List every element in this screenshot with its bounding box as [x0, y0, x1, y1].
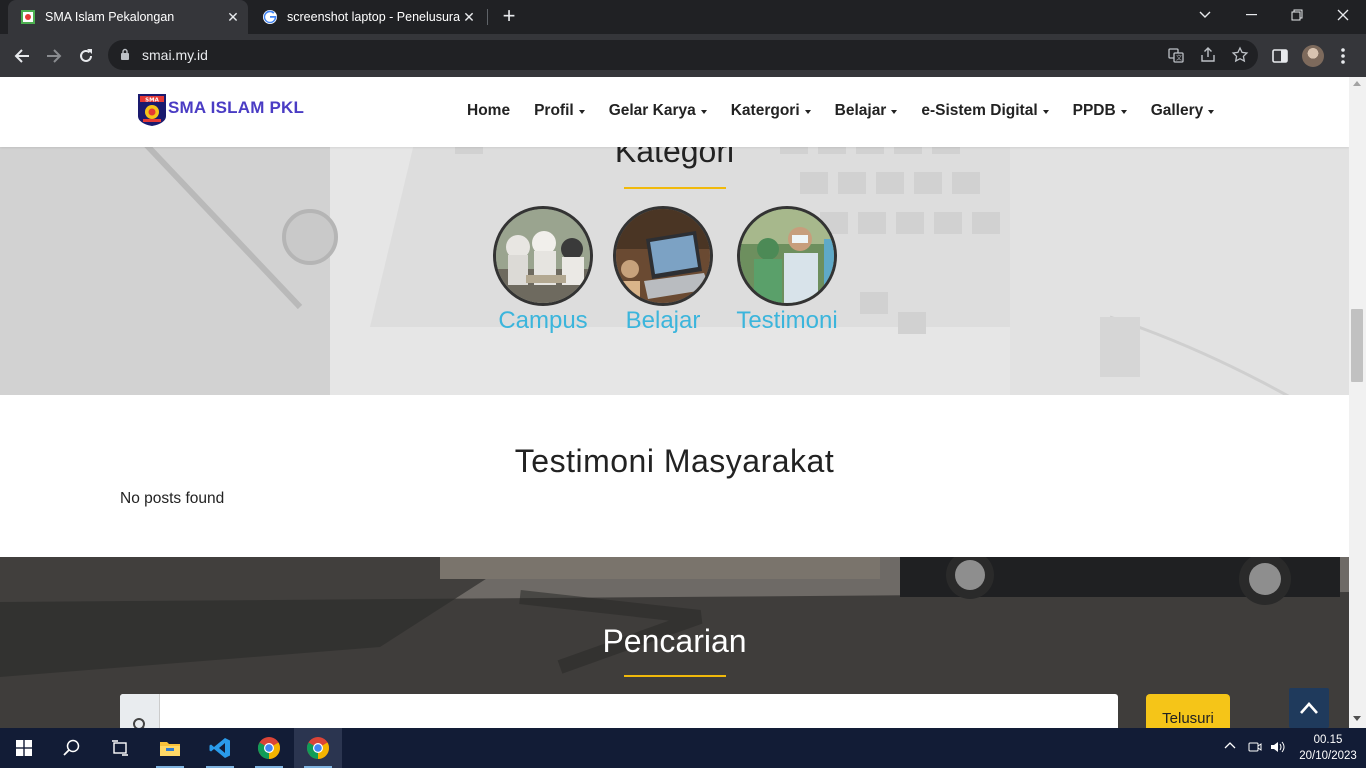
- back-to-top-button[interactable]: [1289, 688, 1329, 728]
- site-navbar: SMA SMA ISLAM PKL Home Profil Gelar Kary…: [0, 77, 1349, 147]
- new-tab-icon[interactable]: +: [499, 5, 519, 27]
- belajar-photo[interactable]: [613, 206, 713, 306]
- campus-photo[interactable]: [493, 206, 593, 306]
- tab-separator: [487, 9, 488, 25]
- testimoni-section: Testimoni Masyarakat No posts found: [0, 395, 1349, 557]
- bookmark-star-icon[interactable]: [1231, 46, 1249, 64]
- caret-down-icon: [891, 109, 898, 114]
- brand-name[interactable]: SMA ISLAM PKL: [168, 98, 304, 118]
- windows-start-icon[interactable]: [0, 728, 48, 768]
- address-bar[interactable]: smai.my.id 文: [108, 40, 1258, 70]
- page-viewport: Kategori Campus Belajar Testimoni SMA SM…: [0, 77, 1349, 728]
- side-panel-icon[interactable]: [1270, 46, 1290, 66]
- scroll-down-arrow-icon[interactable]: [1353, 716, 1361, 721]
- caret-down-icon: [1042, 109, 1049, 114]
- chrome-active-icon[interactable]: [294, 728, 342, 768]
- pencarian-section: Pencarian Telusuri: [0, 557, 1349, 728]
- category-belajar[interactable]: Belajar: [608, 206, 718, 335]
- back-arrow-icon[interactable]: [9, 43, 35, 69]
- heading-underline: [624, 675, 726, 677]
- testimoni-heading: Testimoni Masyarakat: [514, 443, 835, 479]
- empty-posts-text: No posts found: [120, 490, 225, 507]
- tab-title: screenshot laptop - Penelusuran: [287, 10, 460, 24]
- tab-title: SMA Islam Pekalongan: [45, 10, 175, 24]
- tab-close-icon[interactable]: ✕: [460, 8, 478, 26]
- clock-date: 20/10/2023: [1299, 750, 1357, 762]
- forward-arrow-icon[interactable]: [41, 43, 67, 69]
- caret-down-icon: [700, 109, 707, 114]
- file-explorer-icon[interactable]: [146, 728, 194, 768]
- taskbar-clock[interactable]: 00.15 20/10/2023: [1296, 732, 1360, 764]
- browser-tabstrip: SMA Islam Pekalongan ✕ screenshot laptop…: [0, 0, 1366, 34]
- menu-kebab-icon[interactable]: [1340, 47, 1346, 65]
- clock-time: 00.15: [1313, 734, 1343, 746]
- tab-google-search[interactable]: screenshot laptop - Penelusuran ✕: [250, 0, 486, 34]
- page-scrollbar[interactable]: [1349, 77, 1366, 728]
- google-favicon-icon: [263, 10, 277, 24]
- meet-now-icon[interactable]: [1248, 740, 1262, 754]
- scroll-up-arrow-icon[interactable]: [1353, 81, 1361, 86]
- telusuri-button[interactable]: Telusuri: [1146, 694, 1230, 728]
- menu-profil[interactable]: Profil: [534, 102, 585, 120]
- share-icon[interactable]: [1199, 46, 1217, 64]
- category-label[interactable]: Belajar: [608, 307, 718, 335]
- taskbar-search-icon[interactable]: [48, 728, 96, 768]
- svg-text:SMA: SMA: [145, 97, 159, 103]
- svg-text:文: 文: [1176, 54, 1182, 62]
- category-label[interactable]: Campus: [488, 307, 598, 335]
- menu-gelar-karya[interactable]: Gelar Karya: [609, 102, 707, 120]
- caret-down-icon: [1120, 109, 1127, 114]
- pencarian-heading: Pencarian: [602, 623, 747, 659]
- tab-close-icon[interactable]: ✕: [224, 8, 242, 26]
- minimize-icon[interactable]: [1228, 0, 1274, 30]
- task-view-icon[interactable]: [96, 728, 144, 768]
- browser-toolbar: smai.my.id 文: [0, 34, 1366, 77]
- menu-e-sistem-digital[interactable]: e-Sistem Digital: [921, 102, 1049, 120]
- search-input[interactable]: [120, 694, 1118, 728]
- close-window-icon[interactable]: [1320, 0, 1366, 30]
- url-text[interactable]: smai.my.id: [142, 47, 208, 63]
- category-testimoni[interactable]: Testimoni: [732, 206, 842, 335]
- volume-icon[interactable]: [1270, 740, 1286, 754]
- chrome-icon[interactable]: [245, 728, 293, 768]
- scrollbar-thumb[interactable]: [1351, 309, 1363, 382]
- vs-code-icon[interactable]: [196, 728, 244, 768]
- profile-avatar[interactable]: [1302, 45, 1324, 67]
- translate-icon[interactable]: 文: [1167, 46, 1185, 64]
- school-favicon-icon: [21, 10, 35, 24]
- tray-chevron-up-icon[interactable]: [1224, 740, 1236, 752]
- category-label[interactable]: Testimoni: [732, 307, 842, 335]
- tab-sma-islam[interactable]: SMA Islam Pekalongan ✕: [8, 0, 248, 34]
- menu-ppdb[interactable]: PPDB: [1073, 102, 1127, 120]
- testimoni-photo[interactable]: [737, 206, 837, 306]
- menu-home[interactable]: Home: [467, 102, 510, 120]
- school-logo[interactable]: SMA: [137, 93, 167, 127]
- menu-belajar[interactable]: Belajar: [835, 102, 898, 120]
- category-campus[interactable]: Campus: [488, 206, 598, 335]
- chevron-up-icon: [1300, 702, 1318, 714]
- heading-underline: [624, 187, 726, 189]
- search-icon: [120, 694, 160, 728]
- caret-down-icon: [804, 109, 811, 114]
- caret-down-icon: [1208, 109, 1215, 114]
- menu-katergori[interactable]: Katergori: [731, 102, 811, 120]
- restore-icon[interactable]: [1274, 0, 1320, 30]
- caret-down-icon: [578, 109, 585, 114]
- windows-taskbar: 00.15 20/10/2023: [0, 728, 1366, 768]
- lock-icon[interactable]: [120, 48, 130, 61]
- reload-icon[interactable]: [73, 43, 99, 69]
- menu-gallery[interactable]: Gallery: [1151, 102, 1215, 120]
- tab-search-chevron-icon[interactable]: [1182, 0, 1228, 30]
- main-menu: Home Profil Gelar Karya Katergori Belaja…: [467, 102, 1238, 120]
